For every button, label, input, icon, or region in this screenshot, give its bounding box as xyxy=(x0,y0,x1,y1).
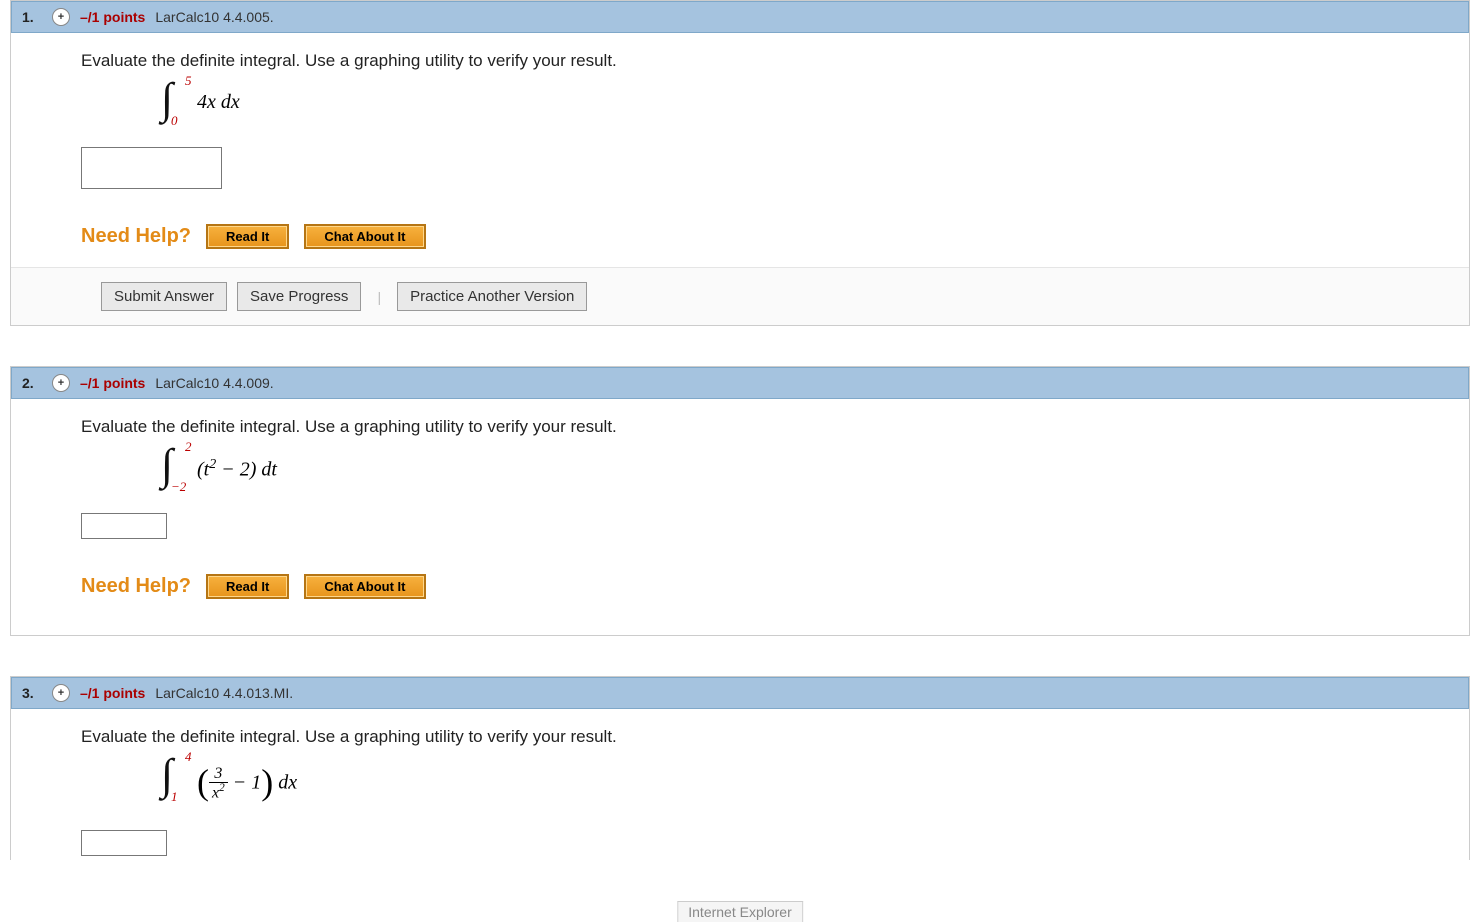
points-text: –/1 points xyxy=(80,685,145,701)
source-text: LarCalc10 4.4.013.MI. xyxy=(155,685,293,701)
integral-upper: 4 xyxy=(185,749,192,765)
question-2: 2. + –/1 points LarCalc10 4.4.009. Evalu… xyxy=(10,366,1470,636)
points-text: –/1 points xyxy=(80,9,145,25)
source-text: LarCalc10 4.4.009. xyxy=(155,375,273,391)
integral-lower: −2 xyxy=(171,479,186,495)
practice-another-button[interactable]: Practice Another Version xyxy=(397,282,587,311)
status-bar-label: Internet Explorer xyxy=(677,901,803,922)
integral-expression: ∫ 2 −2 (t2 − 2) dt xyxy=(161,443,1449,498)
integral-upper: 2 xyxy=(185,439,192,455)
need-help-label: Need Help? xyxy=(81,575,191,598)
question-number: 1. xyxy=(22,9,42,25)
question-header[interactable]: 2. + –/1 points LarCalc10 4.4.009. xyxy=(11,367,1469,399)
integrand: 4x dx xyxy=(197,91,240,114)
separator: | xyxy=(371,289,387,305)
need-help-label: Need Help? xyxy=(81,225,191,248)
points-text: –/1 points xyxy=(80,375,145,391)
answer-input[interactable] xyxy=(81,830,167,856)
read-it-button[interactable]: Read It xyxy=(206,224,289,249)
question-body: Evaluate the definite integral. Use a gr… xyxy=(11,709,1469,860)
expand-icon[interactable]: + xyxy=(52,8,70,26)
integrand: (t2 − 2) dt xyxy=(197,457,277,482)
integral-expression: ∫ 5 0 4x dx xyxy=(161,77,1449,132)
integral-upper: 5 xyxy=(185,73,192,89)
prompt-text: Evaluate the definite integral. Use a gr… xyxy=(81,727,1449,747)
source-text: LarCalc10 4.4.005. xyxy=(155,9,273,25)
answer-input[interactable] xyxy=(81,147,222,189)
question-3: 3. + –/1 points LarCalc10 4.4.013.MI. Ev… xyxy=(10,676,1470,860)
chat-about-it-button[interactable]: Chat About It xyxy=(304,574,425,599)
integral-lower: 0 xyxy=(171,113,178,129)
question-1: 1. + –/1 points LarCalc10 4.4.005. Evalu… xyxy=(10,0,1470,326)
chat-about-it-button[interactable]: Chat About It xyxy=(304,224,425,249)
save-progress-button[interactable]: Save Progress xyxy=(237,282,361,311)
question-header[interactable]: 3. + –/1 points LarCalc10 4.4.013.MI. xyxy=(11,677,1469,709)
integral-expression: ∫ 4 1 (3x2 − 1) dx xyxy=(161,753,1449,815)
integral-lower: 1 xyxy=(171,789,178,805)
prompt-text: Evaluate the definite integral. Use a gr… xyxy=(81,417,1449,437)
answer-input[interactable] xyxy=(81,513,167,539)
prompt-text: Evaluate the definite integral. Use a gr… xyxy=(81,51,1449,71)
question-header[interactable]: 1. + –/1 points LarCalc10 4.4.005. xyxy=(11,1,1469,33)
question-body: Evaluate the definite integral. Use a gr… xyxy=(11,33,1469,325)
submit-answer-button[interactable]: Submit Answer xyxy=(101,282,227,311)
integrand: (3x2 − 1) dx xyxy=(197,763,297,805)
need-help-row: Need Help? Read It Chat About It xyxy=(81,574,1449,599)
question-number: 3. xyxy=(22,685,42,701)
expand-icon[interactable]: + xyxy=(52,374,70,392)
action-buttons: Submit Answer Save Progress | Practice A… xyxy=(11,267,1469,325)
expand-icon[interactable]: + xyxy=(52,684,70,702)
need-help-row: Need Help? Read It Chat About It xyxy=(81,224,1449,249)
read-it-button[interactable]: Read It xyxy=(206,574,289,599)
question-body: Evaluate the definite integral. Use a gr… xyxy=(11,399,1469,635)
question-number: 2. xyxy=(22,375,42,391)
